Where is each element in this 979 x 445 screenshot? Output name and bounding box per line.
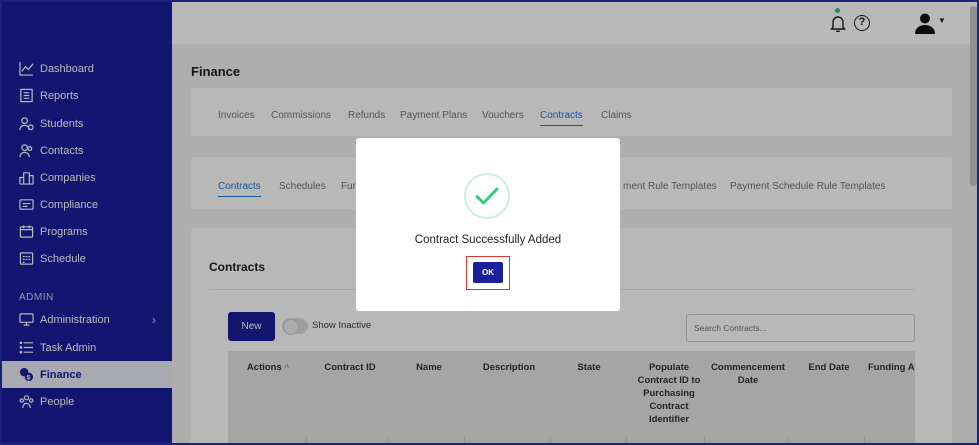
success-dialog: Contract Successfully Added OK: [356, 138, 620, 311]
ok-button[interactable]: OK: [473, 262, 503, 283]
success-message: Contract Successfully Added: [414, 234, 562, 246]
app-window: Dashboard Reports Students Contacts Comp…: [0, 0, 979, 445]
success-check-icon: [464, 173, 510, 219]
